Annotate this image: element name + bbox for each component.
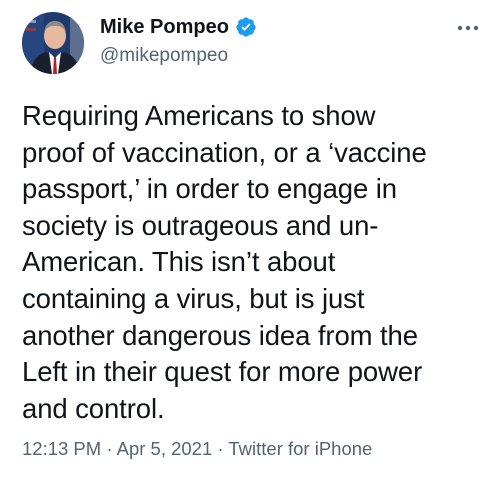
tweet-source[interactable]: Twitter for iPhone	[228, 438, 372, 459]
tweet-time[interactable]: 12:13 PM	[22, 438, 101, 459]
meta-separator: ·	[101, 438, 117, 459]
avatar-image	[22, 12, 84, 74]
verified-badge-icon	[235, 16, 257, 38]
author-display-name[interactable]: Mike Pompeo	[100, 15, 229, 39]
tweet-date[interactable]: Apr 5, 2021	[117, 438, 213, 459]
tweet-card: Mike Pompeo @mikepompeo Requiring Americ…	[0, 0, 500, 478]
tweet-metadata: 12:13 PM · Apr 5, 2021 · Twitter for iPh…	[22, 437, 372, 461]
more-options-icon[interactable]	[456, 20, 480, 31]
meta-separator: ·	[212, 438, 229, 459]
author-handle[interactable]: @mikepompeo	[100, 44, 228, 68]
author-name-row: Mike Pompeo	[100, 15, 257, 39]
tweet-text: Requiring Americans to show proof of vac…	[22, 100, 427, 424]
avatar[interactable]	[22, 12, 84, 74]
